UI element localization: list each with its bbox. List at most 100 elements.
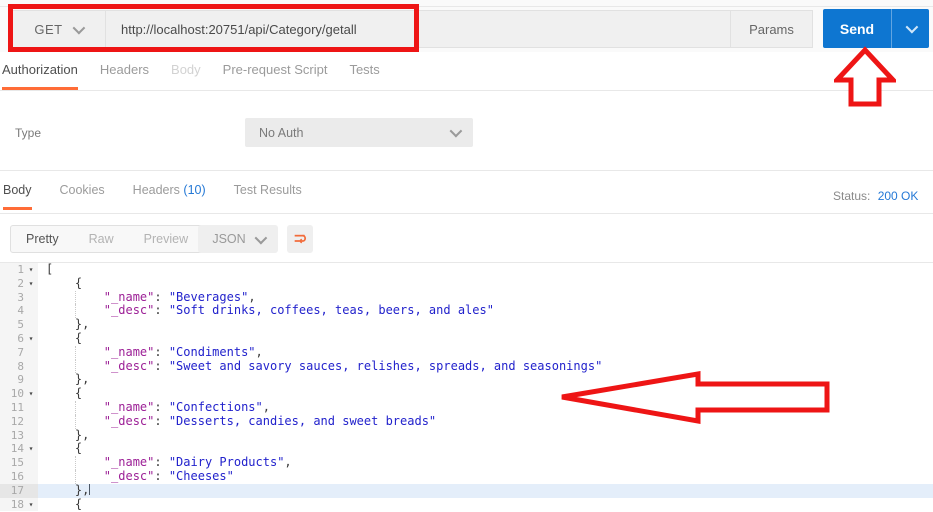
fold-spacer	[24, 304, 38, 318]
indent-guide	[75, 456, 76, 470]
headers-count-badge: (10)	[183, 183, 205, 197]
fold-arrow-icon[interactable]: ▾	[24, 332, 38, 346]
response-view-toggle: Pretty Raw Preview	[10, 225, 204, 253]
line-number: 16	[0, 470, 24, 484]
code-text: "_desc": "Soft drinks, coffees, teas, be…	[38, 304, 933, 318]
status-label: Status:	[833, 189, 870, 203]
fold-spacer	[24, 291, 38, 305]
indent-guide	[75, 346, 76, 360]
wrap-text-icon	[292, 231, 308, 247]
response-tab-body[interactable]: Body	[3, 183, 32, 210]
view-mode-preview[interactable]: Preview	[129, 232, 203, 246]
indent-guide	[75, 415, 76, 429]
response-tab-headers[interactable]: Headers (10)	[133, 183, 206, 210]
line-number: 1	[0, 263, 24, 277]
line-gutter: 12	[0, 415, 38, 429]
tab-body[interactable]: Body	[171, 62, 201, 90]
response-tab-test-results[interactable]: Test Results	[234, 183, 302, 210]
code-text: [	[38, 263, 933, 277]
fold-spacer	[24, 484, 38, 498]
indent-guide	[75, 360, 76, 374]
code-line[interactable]: 8 "_desc": "Sweet and savory sauces, rel…	[0, 360, 933, 374]
tab-pre-request-script[interactable]: Pre-request Script	[223, 62, 328, 90]
code-text: "_name": "Beverages",	[38, 291, 933, 305]
code-line[interactable]: 4 "_desc": "Soft drinks, coffees, teas, …	[0, 304, 933, 318]
send-options-button[interactable]	[892, 9, 929, 48]
code-text: },	[38, 318, 933, 332]
view-mode-pretty[interactable]: Pretty	[11, 232, 74, 246]
line-number: 5	[0, 318, 24, 332]
tab-tests[interactable]: Tests	[349, 62, 379, 90]
code-text: {	[38, 277, 933, 291]
code-line[interactable]: 14▾ {	[0, 442, 933, 456]
code-line[interactable]: 16 "_desc": "Cheeses"	[0, 470, 933, 484]
view-mode-raw[interactable]: Raw	[74, 232, 129, 246]
fold-spacer	[24, 373, 38, 387]
chevron-down-icon	[254, 231, 267, 244]
auth-type-select[interactable]: No Auth	[245, 118, 473, 147]
code-text: },	[38, 373, 933, 387]
line-gutter: 14▾	[0, 442, 38, 456]
response-language-dropdown[interactable]: JSON	[198, 225, 278, 253]
code-line[interactable]: 18▾ {	[0, 498, 933, 512]
params-button[interactable]: Params	[730, 11, 812, 47]
code-text: {	[38, 332, 933, 346]
code-line[interactable]: 12 "_desc": "Desserts, candies, and swee…	[0, 415, 933, 429]
code-line[interactable]: 2▾ {	[0, 277, 933, 291]
line-number: 8	[0, 360, 24, 374]
code-line[interactable]: 17 },	[0, 484, 933, 498]
code-line[interactable]: 11 "_name": "Confections",	[0, 401, 933, 415]
tab-authorization[interactable]: Authorization	[2, 62, 78, 90]
fold-arrow-icon[interactable]: ▾	[24, 263, 38, 277]
url-builder: GET http://localhost:20751/api/Category/…	[10, 10, 813, 48]
auth-section-divider	[0, 170, 933, 171]
fold-arrow-icon[interactable]: ▾	[24, 387, 38, 401]
line-gutter: 10▾	[0, 387, 38, 401]
code-line[interactable]: 1▾[	[0, 263, 933, 277]
line-gutter: 8	[0, 360, 38, 374]
fold-arrow-icon[interactable]: ▾	[24, 498, 38, 512]
indent-guide	[75, 401, 76, 415]
fold-spacer	[24, 456, 38, 470]
response-tabs-divider	[0, 213, 933, 214]
status-value: 200 OK	[878, 189, 919, 203]
fold-arrow-icon[interactable]: ▾	[24, 442, 38, 456]
fold-spacer	[24, 415, 38, 429]
chevron-down-icon	[72, 21, 85, 34]
postman-window: GET http://localhost:20751/api/Category/…	[0, 0, 933, 512]
line-number: 3	[0, 291, 24, 305]
code-line[interactable]: 10▾ {	[0, 387, 933, 401]
code-line[interactable]: 5 },	[0, 318, 933, 332]
method-dropdown[interactable]: GET	[11, 11, 106, 47]
fold-spacer	[24, 429, 38, 443]
response-tab-cookies[interactable]: Cookies	[60, 183, 105, 210]
code-line[interactable]: 9 },	[0, 373, 933, 387]
line-gutter: 2▾	[0, 277, 38, 291]
code-line[interactable]: 15 "_name": "Dairy Products",	[0, 456, 933, 470]
chevron-down-icon	[906, 21, 919, 34]
url-text: http://localhost:20751/api/Category/geta…	[121, 22, 357, 37]
code-line[interactable]: 7 "_name": "Condiments",	[0, 346, 933, 360]
line-gutter: 6▾	[0, 332, 38, 346]
line-gutter: 13	[0, 429, 38, 443]
code-text: },	[38, 429, 933, 443]
tab-headers[interactable]: Headers	[100, 62, 149, 90]
fold-spacer	[24, 360, 38, 374]
code-line[interactable]: 13 },	[0, 429, 933, 443]
line-gutter: 17	[0, 484, 38, 498]
code-text: "_desc": "Sweet and savory sauces, relis…	[38, 360, 933, 374]
fold-arrow-icon[interactable]: ▾	[24, 277, 38, 291]
auth-type-value: No Auth	[259, 126, 450, 140]
line-gutter: 18▾	[0, 498, 38, 512]
line-number: 15	[0, 456, 24, 470]
code-line[interactable]: 6▾ {	[0, 332, 933, 346]
line-gutter: 1▾	[0, 263, 38, 277]
response-body-editor[interactable]: 1▾[2▾ {3 "_name": "Beverages",4 "_desc":…	[0, 263, 933, 512]
send-button[interactable]: Send	[823, 9, 929, 48]
response-tabs: Body Cookies Headers (10) Test Results	[3, 183, 330, 210]
wrap-text-button[interactable]	[287, 225, 313, 253]
code-line[interactable]: 3 "_name": "Beverages",	[0, 291, 933, 305]
top-divider	[0, 6, 933, 7]
url-input[interactable]: http://localhost:20751/api/Category/geta…	[106, 11, 730, 47]
line-number: 9	[0, 373, 24, 387]
